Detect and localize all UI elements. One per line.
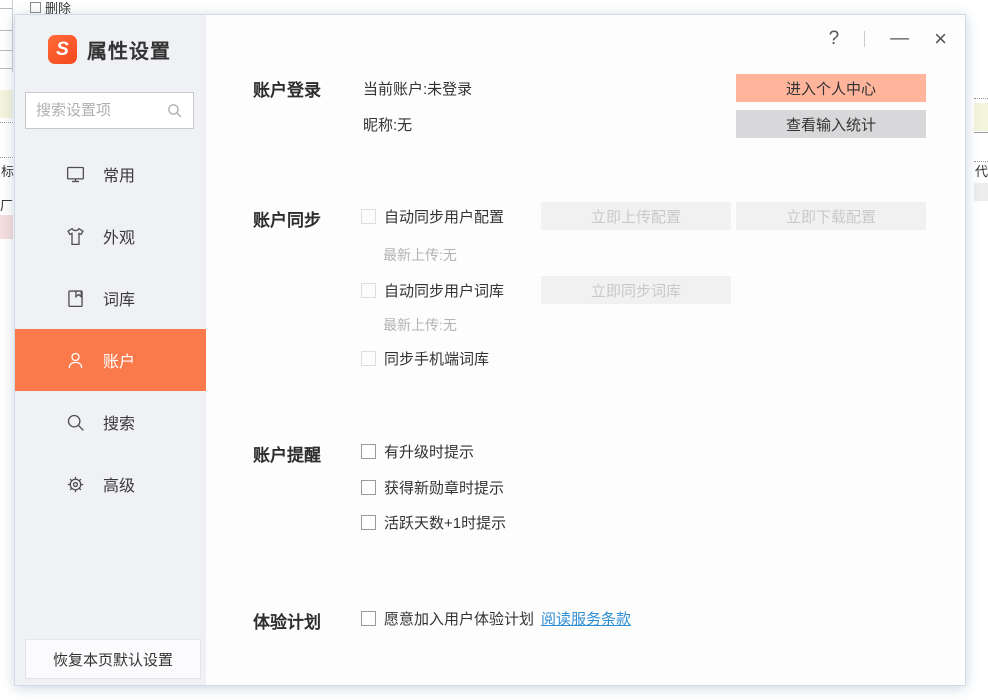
last-upload-config-status: 最新上传:无	[383, 245, 457, 265]
auto-sync-config-row: 自动同步用户配置	[361, 204, 504, 228]
help-button[interactable]: ?	[829, 29, 840, 49]
background-right-text: 代	[975, 165, 988, 179]
app-header: S 属性设置	[48, 35, 171, 64]
sidebar-item-appearance[interactable]: 外观	[15, 205, 206, 267]
current-account-text: 当前账户:未登录	[363, 78, 472, 99]
sync-mobile-dict-checkbox[interactable]	[361, 351, 376, 366]
sync-mobile-dict-label: 同步手机端词库	[384, 348, 489, 369]
experience-plan-checkbox[interactable]	[361, 611, 376, 626]
page-title: 属性设置	[87, 35, 171, 64]
auto-sync-dict-label: 自动同步用户词库	[384, 280, 504, 301]
background-left-text: 标	[1, 165, 14, 179]
search-input[interactable]	[36, 102, 160, 119]
search-icon	[166, 102, 183, 119]
background-row-line	[974, 132, 988, 133]
active-days-tip-label: 活跃天数+1时提示	[384, 512, 506, 533]
sidebar-item-label: 账户	[103, 348, 135, 372]
background-dotted-line	[974, 161, 988, 162]
background-row-line	[0, 8, 13, 9]
titlebar-divider	[864, 31, 865, 47]
section-label-sync: 账户同步	[253, 206, 321, 231]
gear-icon	[65, 474, 86, 495]
active-days-tip-checkbox[interactable]	[361, 515, 376, 530]
auto-sync-config-label: 自动同步用户配置	[384, 206, 504, 227]
background-highlight-row	[0, 215, 13, 239]
active-days-tip-row: 活跃天数+1时提示	[361, 510, 506, 534]
sidebar-item-label: 常用	[103, 162, 135, 186]
background-row-line	[0, 30, 13, 31]
background-dotted-line	[0, 122, 13, 123]
sidebar-item-dictionary[interactable]: 词库	[15, 267, 206, 329]
enter-personal-center-button[interactable]: 进入个人中心	[736, 74, 926, 102]
sidebar-item-label: 高级	[103, 472, 135, 496]
upgrade-tip-label: 有升级时提示	[384, 441, 474, 462]
section-label-remind: 账户提醒	[253, 441, 321, 466]
background-highlight-row	[974, 183, 988, 201]
upgrade-tip-row: 有升级时提示	[361, 439, 474, 463]
sidebar: S 属性设置 常用 外观	[15, 15, 206, 685]
nickname-text: 昵称:无	[363, 114, 412, 135]
settings-search-box[interactable]	[25, 92, 194, 129]
view-input-stats-button[interactable]: 查看输入统计	[736, 110, 926, 138]
section-label-login: 账户登录	[253, 76, 321, 101]
auto-sync-dict-row: 自动同步用户词库	[361, 278, 504, 302]
settings-dialog: S 属性设置 常用 外观	[14, 14, 966, 686]
sidebar-item-account[interactable]: 账户	[15, 329, 206, 391]
titlebar-controls: ? — ×	[829, 29, 947, 49]
dict-icon	[65, 288, 86, 309]
background-highlight-row	[974, 103, 988, 131]
background-dotted-line	[0, 157, 13, 158]
background-delete-checkbox[interactable]	[30, 2, 41, 13]
sidebar-item-common[interactable]: 常用	[15, 143, 206, 205]
terms-of-service-link[interactable]: 阅读服务条款	[541, 608, 631, 629]
sidebar-item-label: 外观	[103, 224, 135, 248]
download-config-now-button[interactable]: 立即下载配置	[736, 202, 926, 230]
auto-sync-dict-checkbox[interactable]	[361, 283, 376, 298]
background-table-border	[12, 0, 13, 72]
nickname-row: 昵称:无	[363, 112, 412, 136]
close-button[interactable]: ×	[934, 29, 947, 49]
monitor-icon	[65, 164, 86, 185]
user-icon	[65, 350, 86, 371]
auto-sync-config-checkbox[interactable]	[361, 209, 376, 224]
medal-tip-checkbox[interactable]	[361, 480, 376, 495]
tshirt-icon	[65, 226, 86, 247]
main-panel: ? — × 账户登录 当前账户:未登录 昵称:无 进入个人中心 查看输入统计 账…	[206, 15, 965, 685]
background-highlight-row	[0, 90, 13, 118]
sidebar-item-advanced[interactable]: 高级	[15, 453, 206, 515]
background-row-line	[0, 68, 13, 69]
background-row-line	[0, 50, 13, 51]
search-icon	[65, 412, 86, 433]
current-account-row: 当前账户:未登录	[363, 76, 472, 100]
experience-plan-row: 愿意加入用户体验计划 阅读服务条款	[361, 606, 631, 630]
sidebar-item-label: 词库	[103, 286, 135, 310]
background-left-text: 厂	[0, 199, 13, 213]
upload-config-now-button[interactable]: 立即上传配置	[541, 202, 731, 230]
sidebar-item-label: 搜索	[103, 410, 135, 434]
medal-tip-row: 获得新勋章时提示	[361, 475, 504, 499]
sync-dict-now-button[interactable]: 立即同步词库	[541, 276, 731, 304]
section-label-experience: 体验计划	[253, 608, 321, 633]
sogou-logo-icon: S	[48, 35, 77, 64]
background-dotted-line	[974, 98, 988, 99]
minimize-button[interactable]: —	[890, 29, 909, 49]
sync-mobile-dict-row: 同步手机端词库	[361, 346, 489, 370]
upgrade-tip-checkbox[interactable]	[361, 444, 376, 459]
experience-plan-label: 愿意加入用户体验计划	[384, 608, 534, 629]
last-upload-dict-status: 最新上传:无	[383, 315, 457, 335]
restore-defaults-button[interactable]: 恢复本页默认设置	[25, 639, 201, 679]
medal-tip-label: 获得新勋章时提示	[384, 477, 504, 498]
sidebar-nav: 常用 外观 词库 账户	[15, 143, 206, 515]
sidebar-item-search[interactable]: 搜索	[15, 391, 206, 453]
